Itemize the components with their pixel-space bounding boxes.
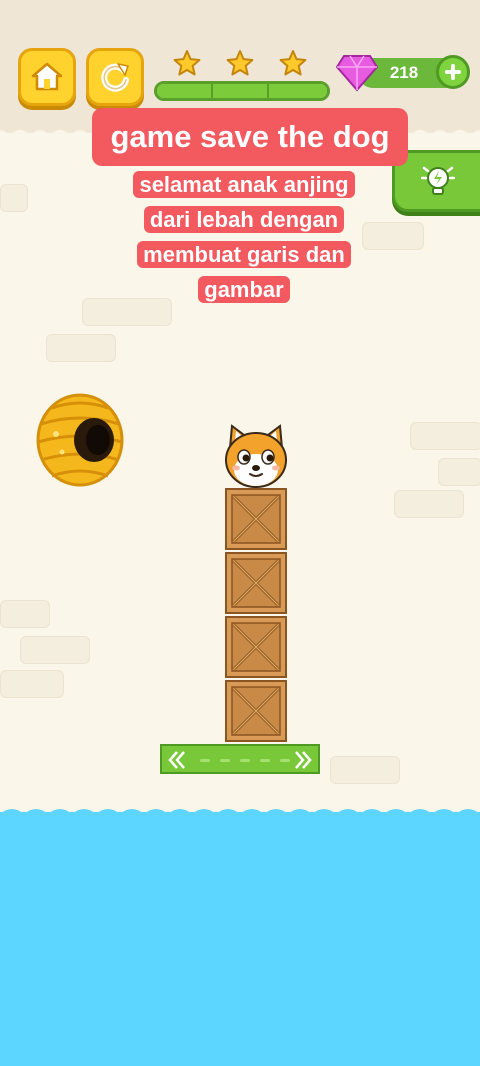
progress-divider	[211, 84, 213, 98]
gem-count: 218	[389, 63, 419, 82]
caption-body: selamat anak anjing dari lebah dengan me…	[122, 167, 366, 307]
restart-button[interactable]	[86, 48, 144, 106]
level-progress-fill	[157, 84, 327, 98]
home-icon	[31, 62, 63, 91]
wall-brick	[362, 222, 424, 250]
star-icon	[279, 50, 307, 76]
beehive	[36, 393, 124, 487]
caption-line: dari lebah dengan	[143, 206, 345, 233]
wooden-crate	[225, 616, 287, 678]
wall-brick	[394, 490, 464, 518]
plus-icon	[445, 64, 461, 80]
wall-brick	[46, 334, 116, 362]
caption-line: gambar	[198, 276, 290, 303]
star-icon	[226, 50, 254, 76]
platform-dash	[200, 759, 210, 762]
add-gems-button[interactable]	[436, 55, 470, 89]
wall-brick	[0, 184, 28, 212]
platform-dash	[240, 759, 250, 762]
progress-divider	[267, 84, 269, 98]
caption-line: membuat garis dan	[137, 241, 351, 268]
chevron-left-icon	[168, 751, 185, 769]
wooden-crate	[225, 552, 287, 614]
wooden-crate	[225, 680, 287, 742]
platform-dash	[220, 759, 230, 762]
caption-line: selamat anak anjing	[133, 171, 355, 198]
water	[0, 812, 480, 1066]
platform-dash	[280, 759, 290, 762]
home-button[interactable]	[18, 48, 76, 106]
lightbulb-icon	[421, 166, 455, 195]
wall-brick	[410, 422, 480, 450]
chevron-right-icon	[295, 751, 312, 769]
shiba-dog	[225, 424, 287, 488]
gem-icon	[336, 55, 378, 92]
wall-brick	[0, 670, 64, 698]
restart-icon	[101, 63, 129, 92]
platform-dash	[260, 759, 270, 762]
caption-title: game save the dog	[92, 108, 408, 166]
wall-brick	[0, 600, 50, 628]
level-progress-bar	[154, 81, 330, 101]
star-icon	[173, 50, 201, 76]
level-stars	[173, 50, 307, 76]
wall-brick	[438, 458, 480, 486]
wall-brick	[330, 756, 400, 784]
green-platform[interactable]	[160, 744, 320, 774]
wall-brick	[20, 636, 90, 664]
wooden-crate	[225, 488, 287, 550]
